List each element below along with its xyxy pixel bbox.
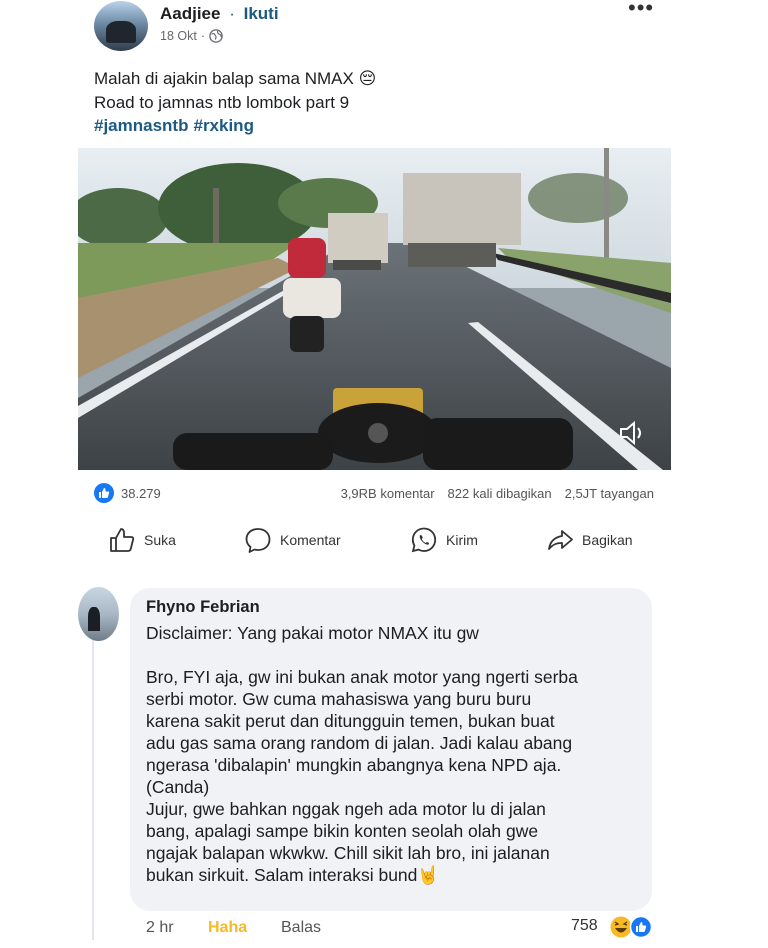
share-arrow-icon <box>548 530 573 550</box>
reaction-icons <box>610 915 653 939</box>
comment-time: 2 hr <box>146 919 174 936</box>
comment-paragraph: Disclaimer: Yang pakai motor NMAX itu gw <box>146 623 479 643</box>
thumbs-up-icon <box>110 528 135 552</box>
share-label: Bagikan <box>582 532 633 548</box>
like-label: Suka <box>144 532 176 548</box>
comment-icon <box>245 528 271 553</box>
thread-line <box>92 640 94 940</box>
commenter-name[interactable]: Fhyno Febrian <box>146 598 260 617</box>
whatsapp-icon <box>411 527 437 553</box>
comment-count[interactable]: 3,9RB komentar <box>341 486 435 501</box>
comment-paragraph: Bro, FYI aja, gw ini bukan anak motor ya… <box>146 667 578 885</box>
like-icon <box>629 915 653 939</box>
author-avatar[interactable] <box>94 1 148 51</box>
post-date[interactable]: 18 Okt <box>160 29 197 43</box>
comment-text: Disclaimer: Yang pakai motor NMAX itu gw… <box>146 622 646 886</box>
caption-line: Malah di ajakin balap sama NMAX 😔 <box>94 69 377 88</box>
separator-dot: · <box>229 4 235 23</box>
like-button[interactable]: Suka <box>108 526 176 554</box>
comment-label: Komentar <box>280 532 341 548</box>
reply-button[interactable]: Balas <box>281 919 321 937</box>
video-frame <box>78 148 671 470</box>
separator-dot: · <box>200 29 205 43</box>
post-caption: Malah di ajakin balap sama NMAX 😔 Road t… <box>94 67 376 138</box>
share-count[interactable]: 822 kali dibagikan <box>448 486 552 501</box>
hashtags: #jamnasntb #rxking <box>94 114 376 138</box>
like-count[interactable]: 38.279 <box>121 486 161 501</box>
comment-button[interactable]: Komentar <box>244 526 341 554</box>
haha-reaction-button[interactable]: Haha <box>208 919 247 937</box>
commenter-avatar[interactable] <box>78 587 119 641</box>
follow-button[interactable]: Ikuti <box>244 4 279 23</box>
action-bar: Suka Komentar Kirim Bagikan <box>108 526 648 556</box>
more-options-icon[interactable]: ••• <box>628 0 654 19</box>
like-reaction-icon <box>94 483 114 503</box>
video-player[interactable] <box>78 148 671 470</box>
share-button[interactable]: Bagikan <box>546 526 633 554</box>
caption-line: Road to jamnas ntb lombok part 9 <box>94 92 350 112</box>
send-button[interactable]: Kirim <box>410 526 478 554</box>
reaction-count[interactable]: 758 <box>571 917 598 935</box>
post-stats: 38.279 3,9RB komentar 822 kali dibagikan… <box>94 483 654 503</box>
hashtag-link[interactable]: #jamnasntb <box>94 116 188 135</box>
view-count: 2,5JT tayangan <box>564 486 654 501</box>
post-meta: 18 Okt · <box>160 29 223 43</box>
author-name[interactable]: Aadjiee <box>160 4 220 23</box>
globe-icon <box>209 29 223 43</box>
haha-icon <box>610 916 632 938</box>
mute-icon[interactable] <box>617 418 647 448</box>
send-label: Kirim <box>446 532 478 548</box>
author-line: Aadjiee · Ikuti <box>160 4 279 24</box>
hashtag-link[interactable]: #rxking <box>193 116 253 135</box>
